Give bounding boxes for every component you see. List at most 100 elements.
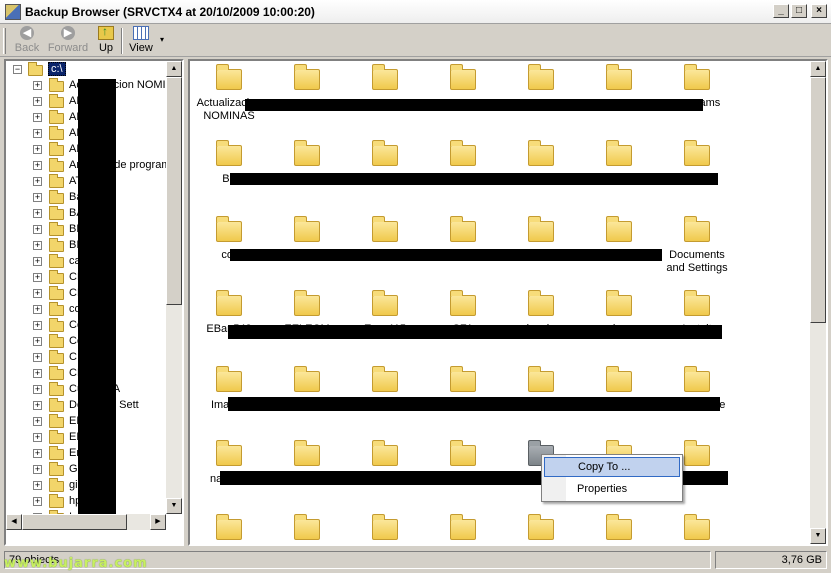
file-item[interactable]: [581, 514, 657, 544]
file-item[interactable]: [581, 140, 657, 173]
expand-icon[interactable]: +: [33, 97, 42, 106]
folder-icon: [49, 430, 64, 444]
file-view[interactable]: Actualizacion NOMINASprogramsBaWINcorOSD…: [188, 59, 828, 546]
expand-icon[interactable]: +: [33, 129, 42, 138]
toolbar-grip[interactable]: [3, 28, 6, 54]
hscroll-thumb[interactable]: [22, 514, 127, 530]
expand-icon[interactable]: +: [33, 305, 42, 314]
folder-icon: [450, 216, 476, 242]
expand-icon[interactable]: +: [33, 481, 42, 490]
expand-icon[interactable]: +: [33, 433, 42, 442]
expand-icon[interactable]: +: [33, 145, 42, 154]
view-dropdown-icon[interactable]: ▾: [160, 35, 164, 44]
expand-icon[interactable]: +: [33, 401, 42, 410]
file-item[interactable]: [347, 140, 423, 173]
expand-icon[interactable]: +: [33, 257, 42, 266]
file-item[interactable]: [269, 64, 345, 97]
expand-icon[interactable]: +: [33, 449, 42, 458]
up-button[interactable]: Up: [94, 24, 118, 55]
file-item[interactable]: [425, 514, 501, 544]
folder-icon: [528, 514, 554, 540]
folder-icon: [606, 216, 632, 242]
folder-icon: [450, 64, 476, 90]
folder-icon: [49, 366, 64, 380]
file-item[interactable]: [503, 514, 579, 544]
files-vertical-scrollbar[interactable]: ▲ ▼: [810, 61, 826, 544]
expand-icon[interactable]: +: [33, 241, 42, 250]
folder-icon: [294, 366, 320, 392]
folder-icon: [372, 64, 398, 90]
file-item[interactable]: [425, 140, 501, 173]
back-button[interactable]: ◀ Back: [12, 25, 42, 55]
file-item[interactable]: [347, 514, 423, 544]
expand-icon[interactable]: +: [33, 289, 42, 298]
redaction-bar: [230, 249, 662, 261]
expand-icon[interactable]: +: [33, 113, 42, 122]
expand-icon[interactable]: +: [33, 497, 42, 506]
folder-icon: [684, 440, 710, 466]
expand-icon[interactable]: +: [33, 385, 42, 394]
folder-icon: [294, 216, 320, 242]
file-item[interactable]: [659, 514, 735, 544]
expand-icon[interactable]: +: [33, 321, 42, 330]
file-item[interactable]: [269, 514, 345, 544]
redaction-bar: [228, 397, 720, 411]
maximize-button[interactable]: □: [791, 4, 807, 18]
expand-icon[interactable]: +: [33, 193, 42, 202]
expand-icon[interactable]: +: [33, 353, 42, 362]
expand-icon[interactable]: +: [33, 161, 42, 170]
folder-icon: [372, 366, 398, 392]
scroll-up-icon[interactable]: ▲: [810, 61, 826, 77]
file-item[interactable]: [269, 140, 345, 173]
scroll-thumb[interactable]: [166, 77, 182, 305]
tree-vertical-scrollbar[interactable]: ▲ ▼: [166, 61, 182, 514]
expand-icon[interactable]: +: [33, 209, 42, 218]
folder-icon: [49, 414, 64, 428]
folder-tree[interactable]: − c:\ + Actualizacion NOMIN + AD + AB + AF + AF + A…: [4, 59, 184, 546]
scroll-right-icon[interactable]: ▶: [150, 514, 166, 530]
scroll-down-icon[interactable]: ▼: [166, 498, 182, 514]
context-copy-to[interactable]: Copy To ...: [544, 457, 680, 477]
scroll-thumb[interactable]: [810, 77, 826, 323]
file-item[interactable]: Actualizacion NOMINAS: [191, 64, 267, 123]
toolbar: ◀ Back ▶ Forward Up View ▾: [0, 24, 831, 57]
minimize-button[interactable]: _: [773, 4, 789, 18]
folder-open-icon: [28, 62, 43, 76]
file-item[interactable]: [425, 64, 501, 97]
folder-icon: [684, 366, 710, 392]
scroll-up-icon[interactable]: ▲: [166, 61, 182, 77]
file-item[interactable]: [269, 216, 345, 249]
expand-icon[interactable]: +: [33, 417, 42, 426]
file-item[interactable]: [425, 216, 501, 249]
folder-icon: [294, 290, 320, 316]
expand-icon[interactable]: +: [33, 465, 42, 474]
file-item[interactable]: [581, 64, 657, 97]
expand-icon[interactable]: +: [33, 81, 42, 90]
scroll-left-icon[interactable]: ◀: [6, 514, 22, 530]
folder-icon: [528, 140, 554, 166]
folder-icon: [372, 216, 398, 242]
file-item[interactable]: [503, 216, 579, 249]
file-item[interactable]: Documents and Settings: [659, 216, 735, 275]
forward-button[interactable]: ▶ Forward: [46, 25, 90, 55]
folder-icon: [216, 290, 242, 316]
tree-horizontal-scrollbar[interactable]: ◀ ▶: [6, 514, 166, 530]
view-button[interactable]: View: [126, 25, 156, 55]
file-item[interactable]: [347, 64, 423, 97]
scroll-down-icon[interactable]: ▼: [810, 528, 826, 544]
close-button[interactable]: ×: [811, 4, 827, 18]
file-item[interactable]: [503, 64, 579, 97]
context-properties[interactable]: Properties: [544, 479, 680, 499]
file-item[interactable]: [347, 216, 423, 249]
file-item[interactable]: [191, 514, 267, 544]
collapse-icon[interactable]: −: [13, 65, 22, 74]
expand-icon[interactable]: +: [33, 177, 42, 186]
expand-icon[interactable]: +: [33, 273, 42, 282]
expand-icon[interactable]: +: [33, 369, 42, 378]
folder-icon: [294, 440, 320, 466]
expand-icon[interactable]: +: [33, 225, 42, 234]
folder-icon: [49, 462, 64, 476]
expand-icon[interactable]: +: [33, 337, 42, 346]
folder-icon: [606, 140, 632, 166]
file-item[interactable]: [503, 140, 579, 173]
